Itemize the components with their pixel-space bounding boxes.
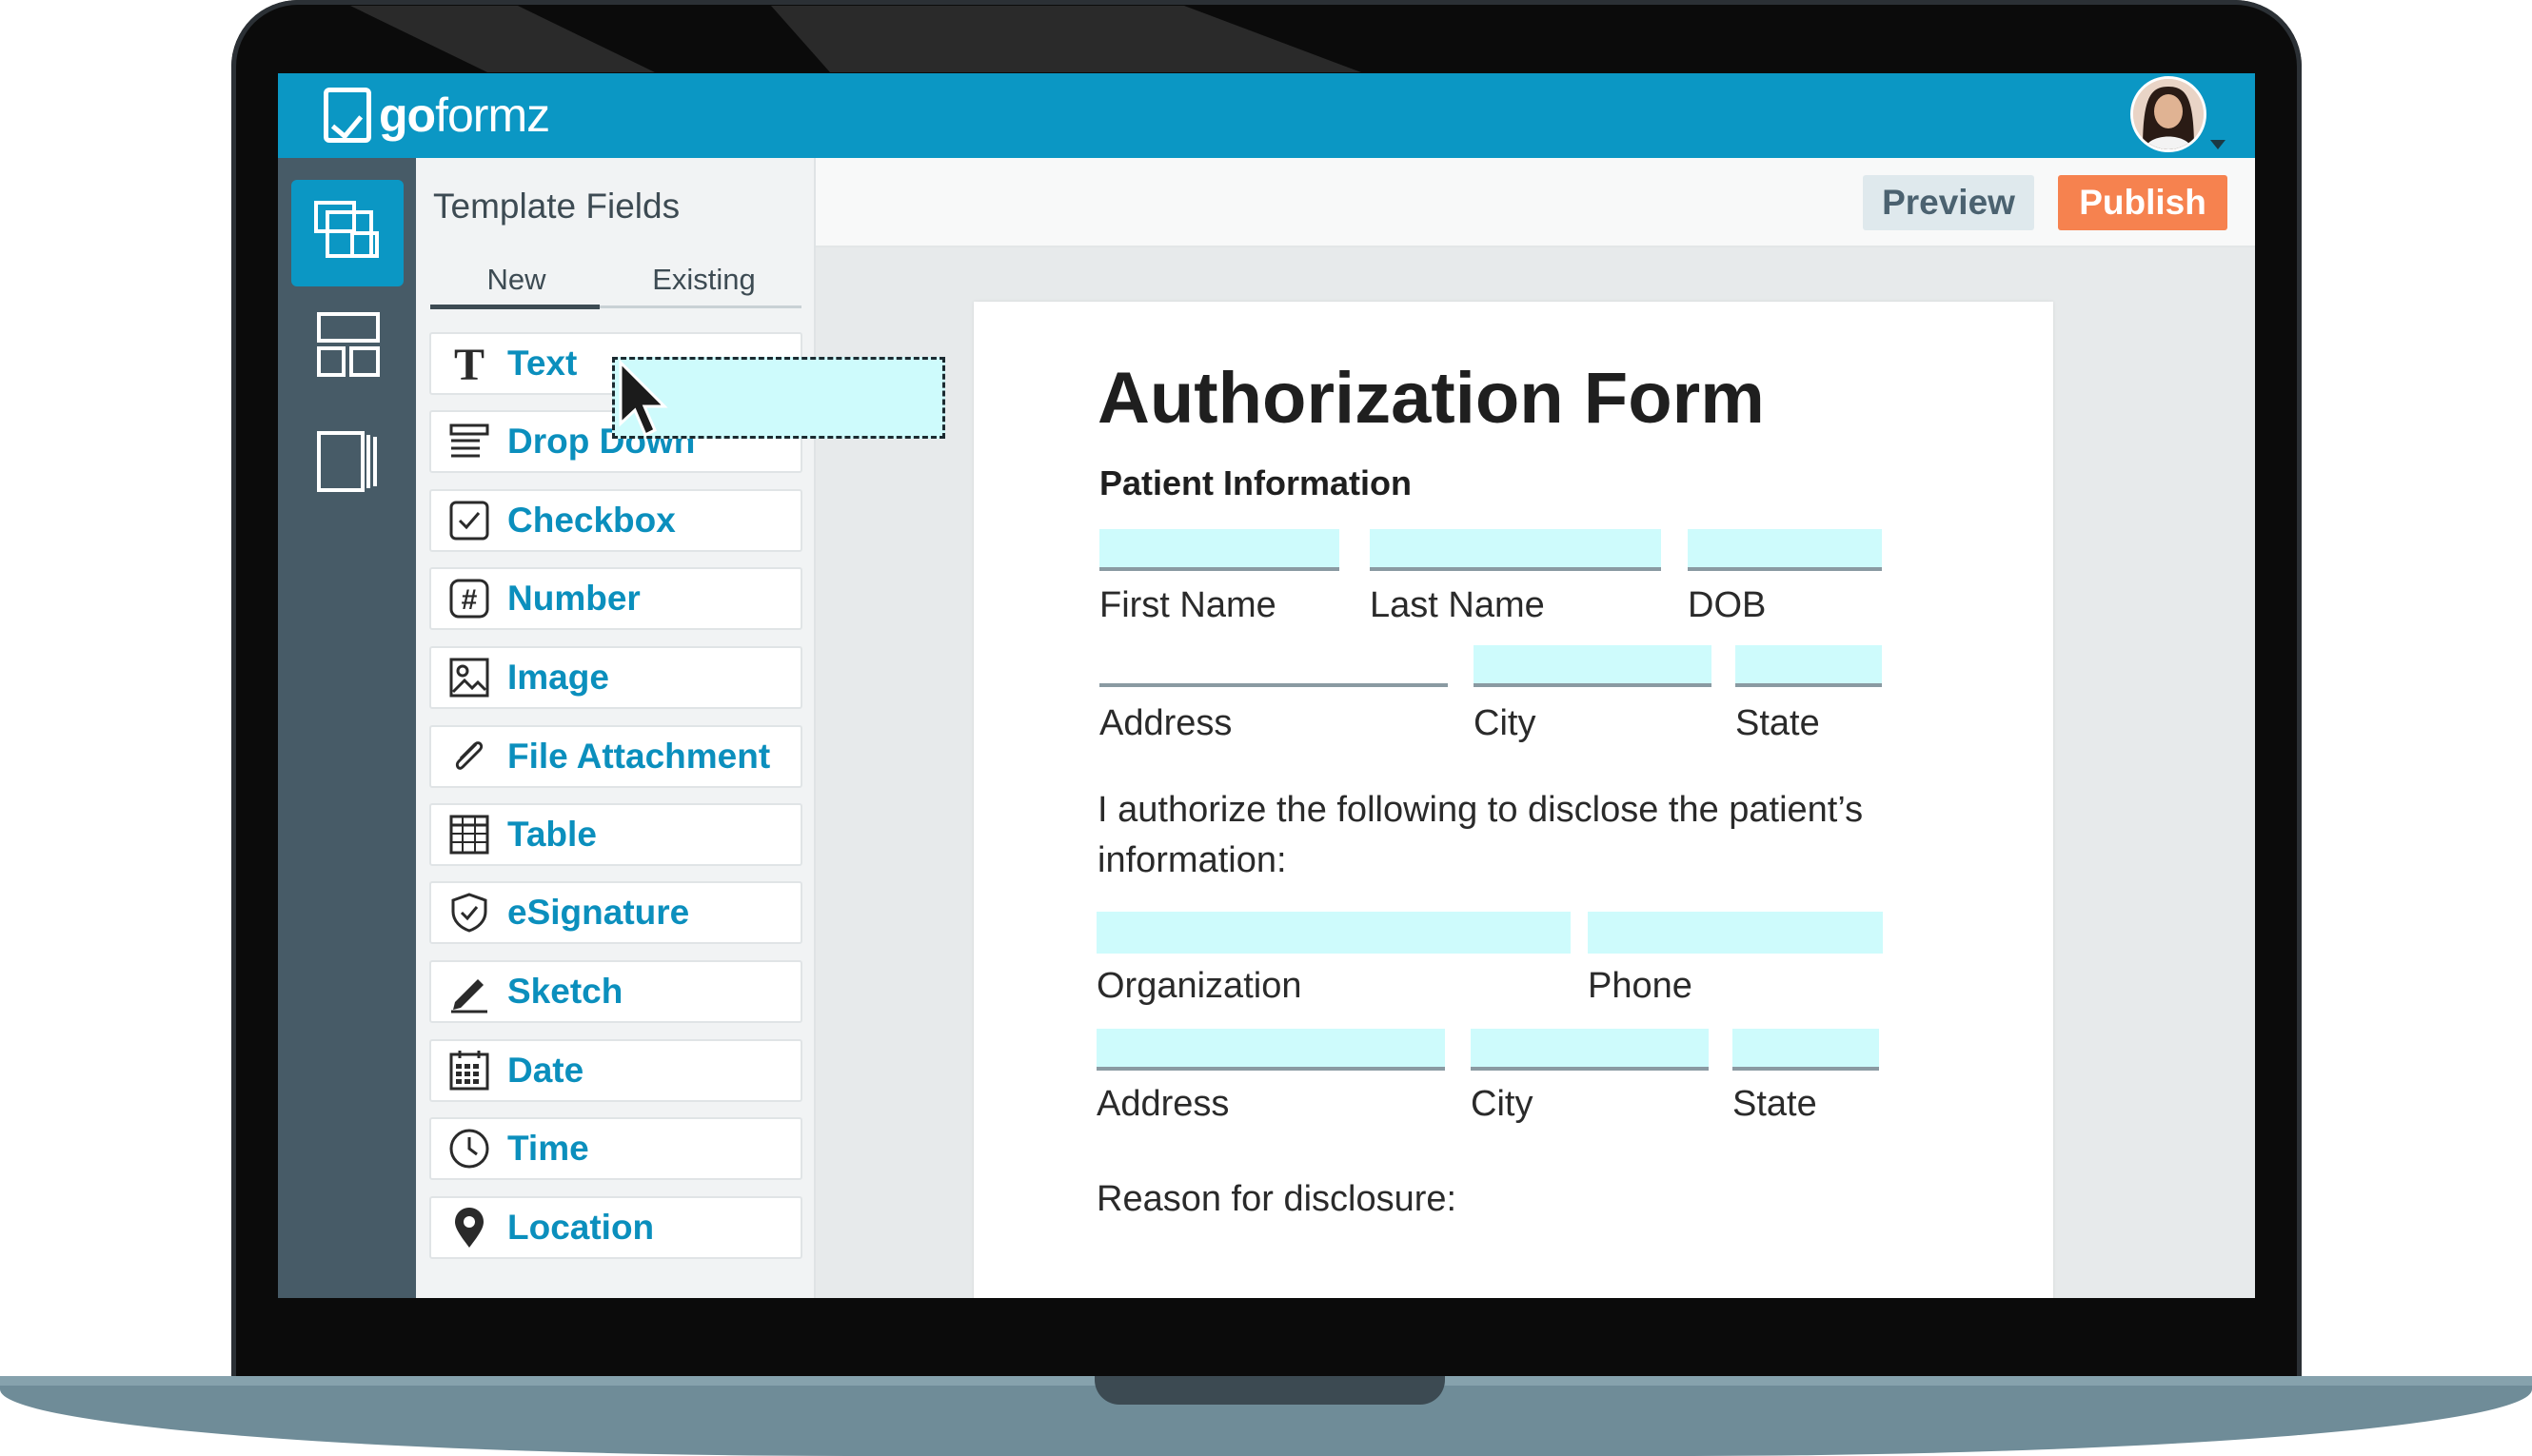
field-item-number[interactable]: # Number bbox=[429, 567, 802, 630]
template-fields-panel: Template Fields New Existing T Text Drop… bbox=[416, 158, 816, 1298]
field-item-label: Number bbox=[507, 579, 641, 618]
user-avatar[interactable] bbox=[2130, 76, 2206, 152]
authorize-statement: I authorize the following to disclose th… bbox=[1098, 790, 1864, 880]
address-field[interactable] bbox=[1099, 683, 1448, 687]
field-item-label: Text bbox=[507, 344, 578, 383]
org-state-field[interactable] bbox=[1732, 1029, 1879, 1071]
form-canvas: Authorization Form Patient Information F… bbox=[974, 302, 2053, 1298]
organization-field[interactable] bbox=[1097, 912, 1571, 954]
field-item-label: Location bbox=[507, 1208, 655, 1247]
organization-label: Organization bbox=[1097, 966, 1302, 1006]
field-item-time[interactable]: Time bbox=[429, 1117, 802, 1180]
address-label: Address bbox=[1099, 703, 1233, 743]
pages-icon bbox=[317, 431, 377, 492]
clock-icon bbox=[449, 1129, 489, 1169]
field-item-table[interactable]: Table bbox=[429, 803, 802, 866]
text-t-icon: T bbox=[454, 342, 485, 385]
city-field[interactable] bbox=[1474, 645, 1711, 687]
last-name-field[interactable] bbox=[1370, 529, 1661, 571]
field-item-label: Image bbox=[507, 658, 609, 697]
state-field[interactable] bbox=[1735, 645, 1882, 687]
editor-toolbar bbox=[816, 158, 2255, 247]
tab-active-indicator bbox=[430, 305, 600, 309]
field-item-label: Checkbox bbox=[507, 501, 676, 540]
cursor-arrow-icon bbox=[619, 359, 668, 438]
org-city-field[interactable] bbox=[1471, 1029, 1709, 1071]
field-item-label: eSignature bbox=[507, 893, 690, 932]
last-name-label: Last Name bbox=[1370, 585, 1545, 625]
field-item-esignature[interactable]: eSignature bbox=[429, 881, 802, 944]
shield-check-icon bbox=[451, 893, 487, 933]
field-item-label: Sketch bbox=[507, 972, 623, 1011]
logo-text: goformz bbox=[379, 89, 550, 142]
rail-template-fields-button[interactable] bbox=[291, 180, 404, 286]
state-label: State bbox=[1735, 703, 1820, 743]
rail-layout-button[interactable] bbox=[291, 294, 404, 401]
pen-icon bbox=[451, 979, 487, 1013]
top-bar bbox=[278, 73, 2255, 158]
image-icon bbox=[449, 658, 489, 698]
dob-field[interactable] bbox=[1688, 529, 1882, 571]
tab-new[interactable]: New bbox=[433, 263, 600, 297]
svg-text:T: T bbox=[454, 342, 485, 385]
city-label: City bbox=[1474, 703, 1536, 743]
field-item-sketch[interactable]: Sketch bbox=[429, 960, 802, 1023]
phone-field[interactable] bbox=[1588, 912, 1883, 954]
table-grid-icon bbox=[449, 815, 489, 855]
field-item-label: Table bbox=[507, 815, 597, 854]
publish-button[interactable]: Publish bbox=[2058, 175, 2227, 230]
calendar-icon bbox=[449, 1051, 489, 1091]
field-item-checkbox[interactable]: Checkbox bbox=[429, 489, 802, 552]
org-address-label: Address bbox=[1097, 1084, 1230, 1124]
field-item-label: File Attachment bbox=[507, 737, 771, 776]
org-city-label: City bbox=[1471, 1084, 1533, 1124]
first-name-field[interactable] bbox=[1099, 529, 1339, 571]
org-address-field[interactable] bbox=[1097, 1029, 1445, 1071]
checkbox-icon bbox=[449, 501, 489, 541]
field-item-image[interactable]: Image bbox=[429, 646, 802, 709]
panel-title: Template Fields bbox=[433, 187, 681, 226]
hash-icon: # bbox=[449, 579, 489, 619]
chevron-down-icon[interactable] bbox=[2210, 140, 2225, 149]
preview-button[interactable]: Preview bbox=[1863, 175, 2034, 230]
field-item-date[interactable]: Date bbox=[429, 1039, 802, 1102]
goformz-logo[interactable]: goformz bbox=[324, 87, 550, 144]
layout-icon bbox=[317, 312, 380, 377]
reason-label: Reason for disclosure: bbox=[1097, 1179, 1457, 1219]
paperclip-icon bbox=[455, 741, 484, 770]
field-item-location[interactable]: Location bbox=[429, 1196, 802, 1259]
dropdown-list-icon bbox=[449, 423, 489, 458]
left-rail bbox=[278, 158, 416, 1298]
layers-icon bbox=[314, 201, 379, 258]
field-item-file-attachment[interactable]: File Attachment bbox=[429, 725, 802, 788]
rail-pages-button[interactable] bbox=[291, 410, 404, 517]
laptop-notch bbox=[1095, 1376, 1445, 1405]
phone-label: Phone bbox=[1588, 966, 1692, 1006]
field-item-label: Date bbox=[507, 1051, 584, 1090]
form-title: Authorization Form bbox=[1098, 358, 1765, 439]
patient-section-heading: Patient Information bbox=[1099, 463, 1413, 502]
dob-label: DOB bbox=[1688, 585, 1767, 625]
tab-existing[interactable]: Existing bbox=[621, 263, 787, 297]
field-item-label: Time bbox=[507, 1129, 589, 1168]
app-screen: goformz Template Fields New Existing T T… bbox=[278, 73, 2255, 1298]
form-check-icon bbox=[324, 88, 371, 143]
org-state-label: State bbox=[1732, 1084, 1817, 1124]
first-name-label: First Name bbox=[1099, 585, 1276, 625]
svg-text:#: # bbox=[462, 584, 478, 616]
map-pin-icon bbox=[455, 1208, 484, 1248]
